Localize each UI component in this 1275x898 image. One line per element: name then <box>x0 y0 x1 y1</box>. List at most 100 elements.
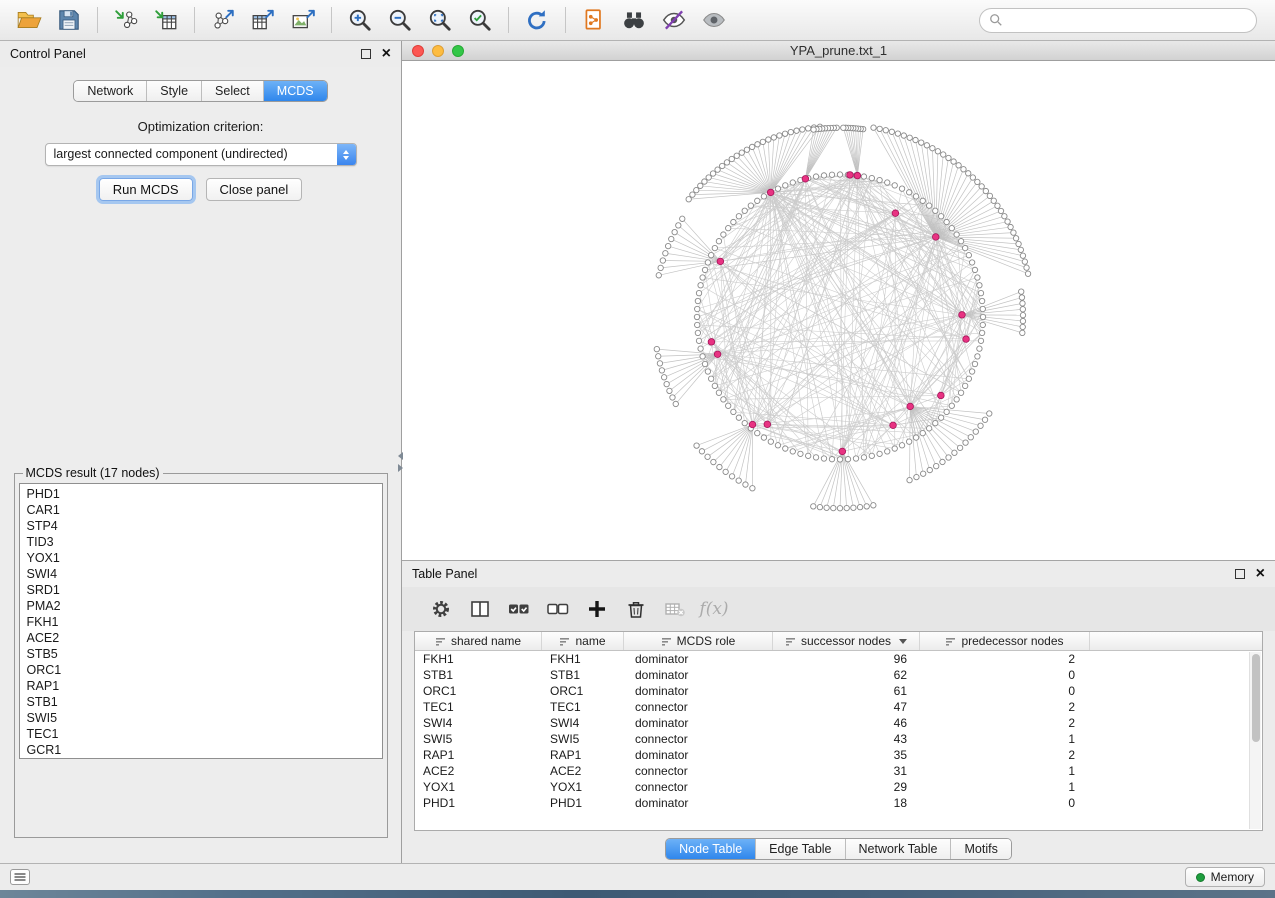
network-canvas[interactable] <box>402 61 1275 560</box>
apply-layout-button[interactable] <box>518 3 556 37</box>
mcds-result-list[interactable]: PHD1 CAR1 STP4 TID3 YOX1 SWI4 SRD1 <box>19 483 383 759</box>
column-header-name[interactable]: name <box>542 632 624 650</box>
table-row[interactable]: RAP1 RAP1 dominator 35 2 <box>415 747 1262 763</box>
save-session-button[interactable] <box>50 3 88 37</box>
open-session-button[interactable] <box>10 3 48 37</box>
table-row[interactable]: ORC1 ORC1 dominator 61 0 <box>415 683 1262 699</box>
column-header-shared-name[interactable]: shared name <box>415 632 542 650</box>
application-window: Control Panel × Network Style Select MCD… <box>0 0 1275 898</box>
close-table-panel-icon[interactable]: × <box>1256 569 1265 579</box>
mcds-result-item[interactable]: PMA2 <box>20 598 382 614</box>
table-row[interactable]: PHD1 PHD1 dominator 18 0 <box>415 795 1262 811</box>
table-row[interactable]: FKH1 FKH1 dominator 96 2 <box>415 651 1262 667</box>
hide-details-button[interactable] <box>655 3 693 37</box>
global-search-box[interactable] <box>979 8 1257 33</box>
mcds-result-item[interactable]: STP4 <box>20 518 382 534</box>
close-panel-icon[interactable]: × <box>382 49 391 59</box>
table-scrollbar[interactable] <box>1249 652 1261 829</box>
criterion-dropdown[interactable]: largest connected component (undirected) <box>45 143 357 166</box>
panel-menu-icon[interactable] <box>10 869 30 885</box>
table-panel: Table Panel × <box>402 561 1275 863</box>
tab-network-table[interactable]: Network Table <box>846 839 952 859</box>
open-folder-icon <box>16 7 42 33</box>
float-panel-icon[interactable] <box>361 49 371 59</box>
show-columns-button[interactable] <box>465 594 495 624</box>
mcds-result-title: MCDS result (17 nodes) <box>23 466 163 480</box>
tab-network[interactable]: Network <box>74 81 147 101</box>
control-panel-header: Control Panel × <box>0 41 401 67</box>
mcds-result-item[interactable]: RAP1 <box>20 678 382 694</box>
tab-select[interactable]: Select <box>202 81 264 101</box>
column-header-predecessor-nodes[interactable]: predecessor nodes <box>920 632 1090 650</box>
zoom-selected-button[interactable] <box>461 3 499 37</box>
columns-icon <box>469 598 491 620</box>
column-header-successor-nodes[interactable]: successor nodes <box>773 632 920 650</box>
panel-splitter[interactable] <box>396 449 405 475</box>
table-row[interactable]: STB1 STB1 dominator 62 0 <box>415 667 1262 683</box>
mcds-result-item[interactable]: ORC1 <box>20 662 382 678</box>
table-row[interactable]: SWI5 SWI5 connector 43 1 <box>415 731 1262 747</box>
mcds-result-item[interactable]: FKH1 <box>20 614 382 630</box>
dropdown-stepper-icon <box>337 144 356 165</box>
mcds-result-item[interactable]: SRD1 <box>20 582 382 598</box>
export-image-button[interactable] <box>284 3 322 37</box>
network-doc-button[interactable] <box>575 3 613 37</box>
run-mcds-button[interactable]: Run MCDS <box>99 178 193 201</box>
mcds-result-item[interactable]: PHD1 <box>20 486 382 502</box>
select-all-columns-button[interactable] <box>504 594 534 624</box>
mcds-result-item[interactable]: TID3 <box>20 534 382 550</box>
delete-table-button[interactable] <box>660 594 690 624</box>
network-graph[interactable] <box>402 61 1275 560</box>
collapse-left-icon <box>398 452 403 460</box>
memory-button[interactable]: Memory <box>1185 867 1265 887</box>
toolbar-separator <box>194 7 195 33</box>
binoculars-icon <box>621 7 647 33</box>
mcds-result-item[interactable]: SWI5 <box>20 710 382 726</box>
export-table-button[interactable] <box>244 3 282 37</box>
search-input[interactable] <box>1009 13 1247 27</box>
column-header-mcds-role[interactable]: MCDS role <box>624 632 773 650</box>
mcds-result-item[interactable]: ACE2 <box>20 630 382 646</box>
table-settings-button[interactable] <box>426 594 456 624</box>
show-graphics-button[interactable] <box>695 3 733 37</box>
tab-edge-table[interactable]: Edge Table <box>756 839 845 859</box>
float-table-panel-icon[interactable] <box>1235 569 1245 579</box>
mcds-result-item[interactable]: SWI4 <box>20 566 382 582</box>
mcds-result-item[interactable]: YOX1 <box>20 550 382 566</box>
mcds-result-item[interactable]: GCR1 <box>20 742 382 758</box>
table-row[interactable]: SWI4 SWI4 dominator 46 2 <box>415 715 1262 731</box>
import-network-button[interactable] <box>107 3 145 37</box>
close-panel-button[interactable]: Close panel <box>206 178 303 201</box>
scrollbar-thumb[interactable] <box>1252 654 1260 742</box>
tab-motifs[interactable]: Motifs <box>951 839 1010 859</box>
create-column-button[interactable] <box>582 594 612 624</box>
main-toolbar <box>0 0 1275 41</box>
table-row[interactable]: ACE2 ACE2 connector 31 1 <box>415 763 1262 779</box>
export-network-button[interactable] <box>204 3 242 37</box>
mcds-result-item[interactable]: CAR1 <box>20 502 382 518</box>
zoom-in-button[interactable] <box>341 3 379 37</box>
status-bar: Memory <box>0 863 1275 890</box>
table-row[interactable]: TEC1 TEC1 connector 47 2 <box>415 699 1262 715</box>
zoom-out-button[interactable] <box>381 3 419 37</box>
eye-icon <box>701 7 727 33</box>
unselect-all-columns-button[interactable] <box>543 594 573 624</box>
tab-node-table[interactable]: Node Table <box>666 839 756 859</box>
table-row[interactable]: YOX1 YOX1 connector 29 1 <box>415 779 1262 795</box>
sort-desc-icon <box>899 639 907 644</box>
function-builder-button[interactable]: f(x) <box>699 594 729 624</box>
fx-icon: f(x) <box>699 599 728 619</box>
mcds-result-item[interactable]: STB5 <box>20 646 382 662</box>
mcds-result-item[interactable]: TEC1 <box>20 726 382 742</box>
tab-mcds[interactable]: MCDS <box>264 81 327 101</box>
search-objects-button[interactable] <box>615 3 653 37</box>
column-header-filler <box>1090 632 1262 650</box>
sort-icon <box>785 636 796 647</box>
tab-style[interactable]: Style <box>147 81 202 101</box>
zoom-fit-button[interactable] <box>421 3 459 37</box>
network-window-titlebar[interactable]: YPA_prune.txt_1 <box>402 41 1275 61</box>
mcds-result-item[interactable]: STB1 <box>20 694 382 710</box>
delete-column-button[interactable] <box>621 594 651 624</box>
import-table-button[interactable] <box>147 3 185 37</box>
toolbar-separator <box>508 7 509 33</box>
